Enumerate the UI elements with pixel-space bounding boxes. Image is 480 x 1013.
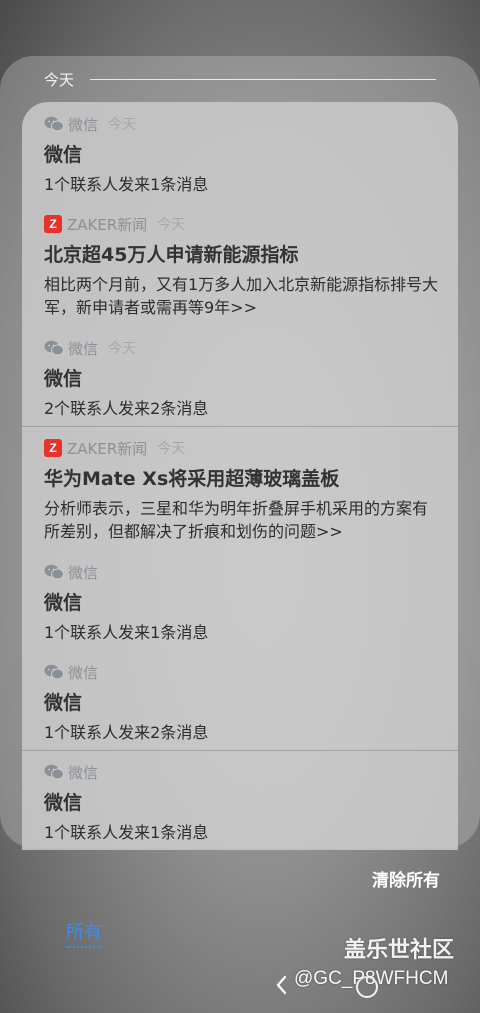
wechat-icon bbox=[44, 340, 64, 356]
notification-body: 1个联系人发来1条消息 bbox=[44, 823, 209, 842]
notification-item-wechat[interactable]: 微信 今天 微信 2个联系人发来2条消息 bbox=[44, 338, 444, 420]
notification-item-wechat[interactable]: 微信 微信 1个联系人发来1条消息 bbox=[44, 762, 444, 844]
app-name: ZAKER新闻 bbox=[67, 439, 148, 458]
notification-time: 今天 bbox=[108, 117, 137, 133]
notification-title: 微信 bbox=[44, 144, 83, 166]
zaker-icon: Z bbox=[44, 215, 62, 233]
notification-item-wechat[interactable]: 微信 微信 1个联系人发来2条消息 bbox=[44, 662, 444, 744]
tab-all[interactable]: 所有 bbox=[66, 918, 102, 948]
notification-time: 今天 bbox=[157, 441, 186, 457]
group-divider bbox=[22, 426, 458, 427]
wechat-icon bbox=[44, 664, 64, 680]
notification-body: 1个联系人发来1条消息 bbox=[44, 623, 209, 642]
notification-title: 北京超45万人申请新能源指标 bbox=[44, 244, 299, 266]
notification-title: 微信 bbox=[44, 792, 83, 814]
section-divider bbox=[90, 78, 436, 80]
app-name: 微信 bbox=[68, 339, 99, 358]
app-name: 微信 bbox=[68, 763, 99, 782]
notification-body: 相比两个月前，又有1万多人加入北京新能源指标排号大军，新申请者或需再等9年>> bbox=[44, 275, 439, 317]
notification-time: 今天 bbox=[157, 217, 186, 233]
notification-body: 分析师表示，三星和华为明年折叠屏手机采用的方案有所差别，但都解决了折痕和划伤的问… bbox=[44, 499, 429, 541]
app-name: 微信 bbox=[68, 115, 99, 134]
notification-item-zaker[interactable]: Z ZAKER新闻 今天 华为Mate Xs将采用超薄玻璃盖板 分析师表示，三星… bbox=[44, 438, 444, 543]
watermark-user: @GC_P8WFHCM bbox=[294, 968, 449, 989]
group-divider bbox=[22, 750, 458, 751]
watermark-site: 盖乐世社区 bbox=[344, 938, 455, 963]
wechat-icon bbox=[44, 764, 64, 780]
notification-card[interactable]: 微信 今天 微信 1个联系人发来1条消息 Z ZAKER新闻 今天 北京超45万… bbox=[22, 102, 458, 850]
section-title: 今天 bbox=[44, 70, 75, 89]
wechat-icon bbox=[44, 564, 64, 580]
app-name: ZAKER新闻 bbox=[67, 215, 148, 234]
app-name: 微信 bbox=[68, 663, 99, 682]
notification-time: 今天 bbox=[108, 341, 137, 357]
notification-item-zaker[interactable]: Z ZAKER新闻 今天 北京超45万人申请新能源指标 相比两个月前，又有1万多… bbox=[44, 214, 444, 319]
notification-body: 1个联系人发来2条消息 bbox=[44, 723, 209, 742]
section-header-today: 今天 bbox=[44, 68, 436, 90]
clear-all-button[interactable]: 清除所有 bbox=[372, 866, 440, 891]
notification-body: 2个联系人发来2条消息 bbox=[44, 399, 209, 418]
back-icon[interactable] bbox=[272, 972, 292, 998]
notification-title: 微信 bbox=[44, 692, 83, 714]
wechat-icon bbox=[44, 116, 64, 132]
notification-item-wechat[interactable]: 微信 微信 1个联系人发来1条消息 bbox=[44, 562, 444, 644]
notification-title: 华为Mate Xs将采用超薄玻璃盖板 bbox=[44, 468, 340, 490]
notification-title: 微信 bbox=[44, 592, 83, 614]
notification-body: 1个联系人发来1条消息 bbox=[44, 175, 209, 194]
notification-item-wechat[interactable]: 微信 今天 微信 1个联系人发来1条消息 bbox=[44, 114, 444, 196]
zaker-icon: Z bbox=[44, 439, 62, 457]
app-name: 微信 bbox=[68, 563, 99, 582]
notification-title: 微信 bbox=[44, 368, 83, 390]
